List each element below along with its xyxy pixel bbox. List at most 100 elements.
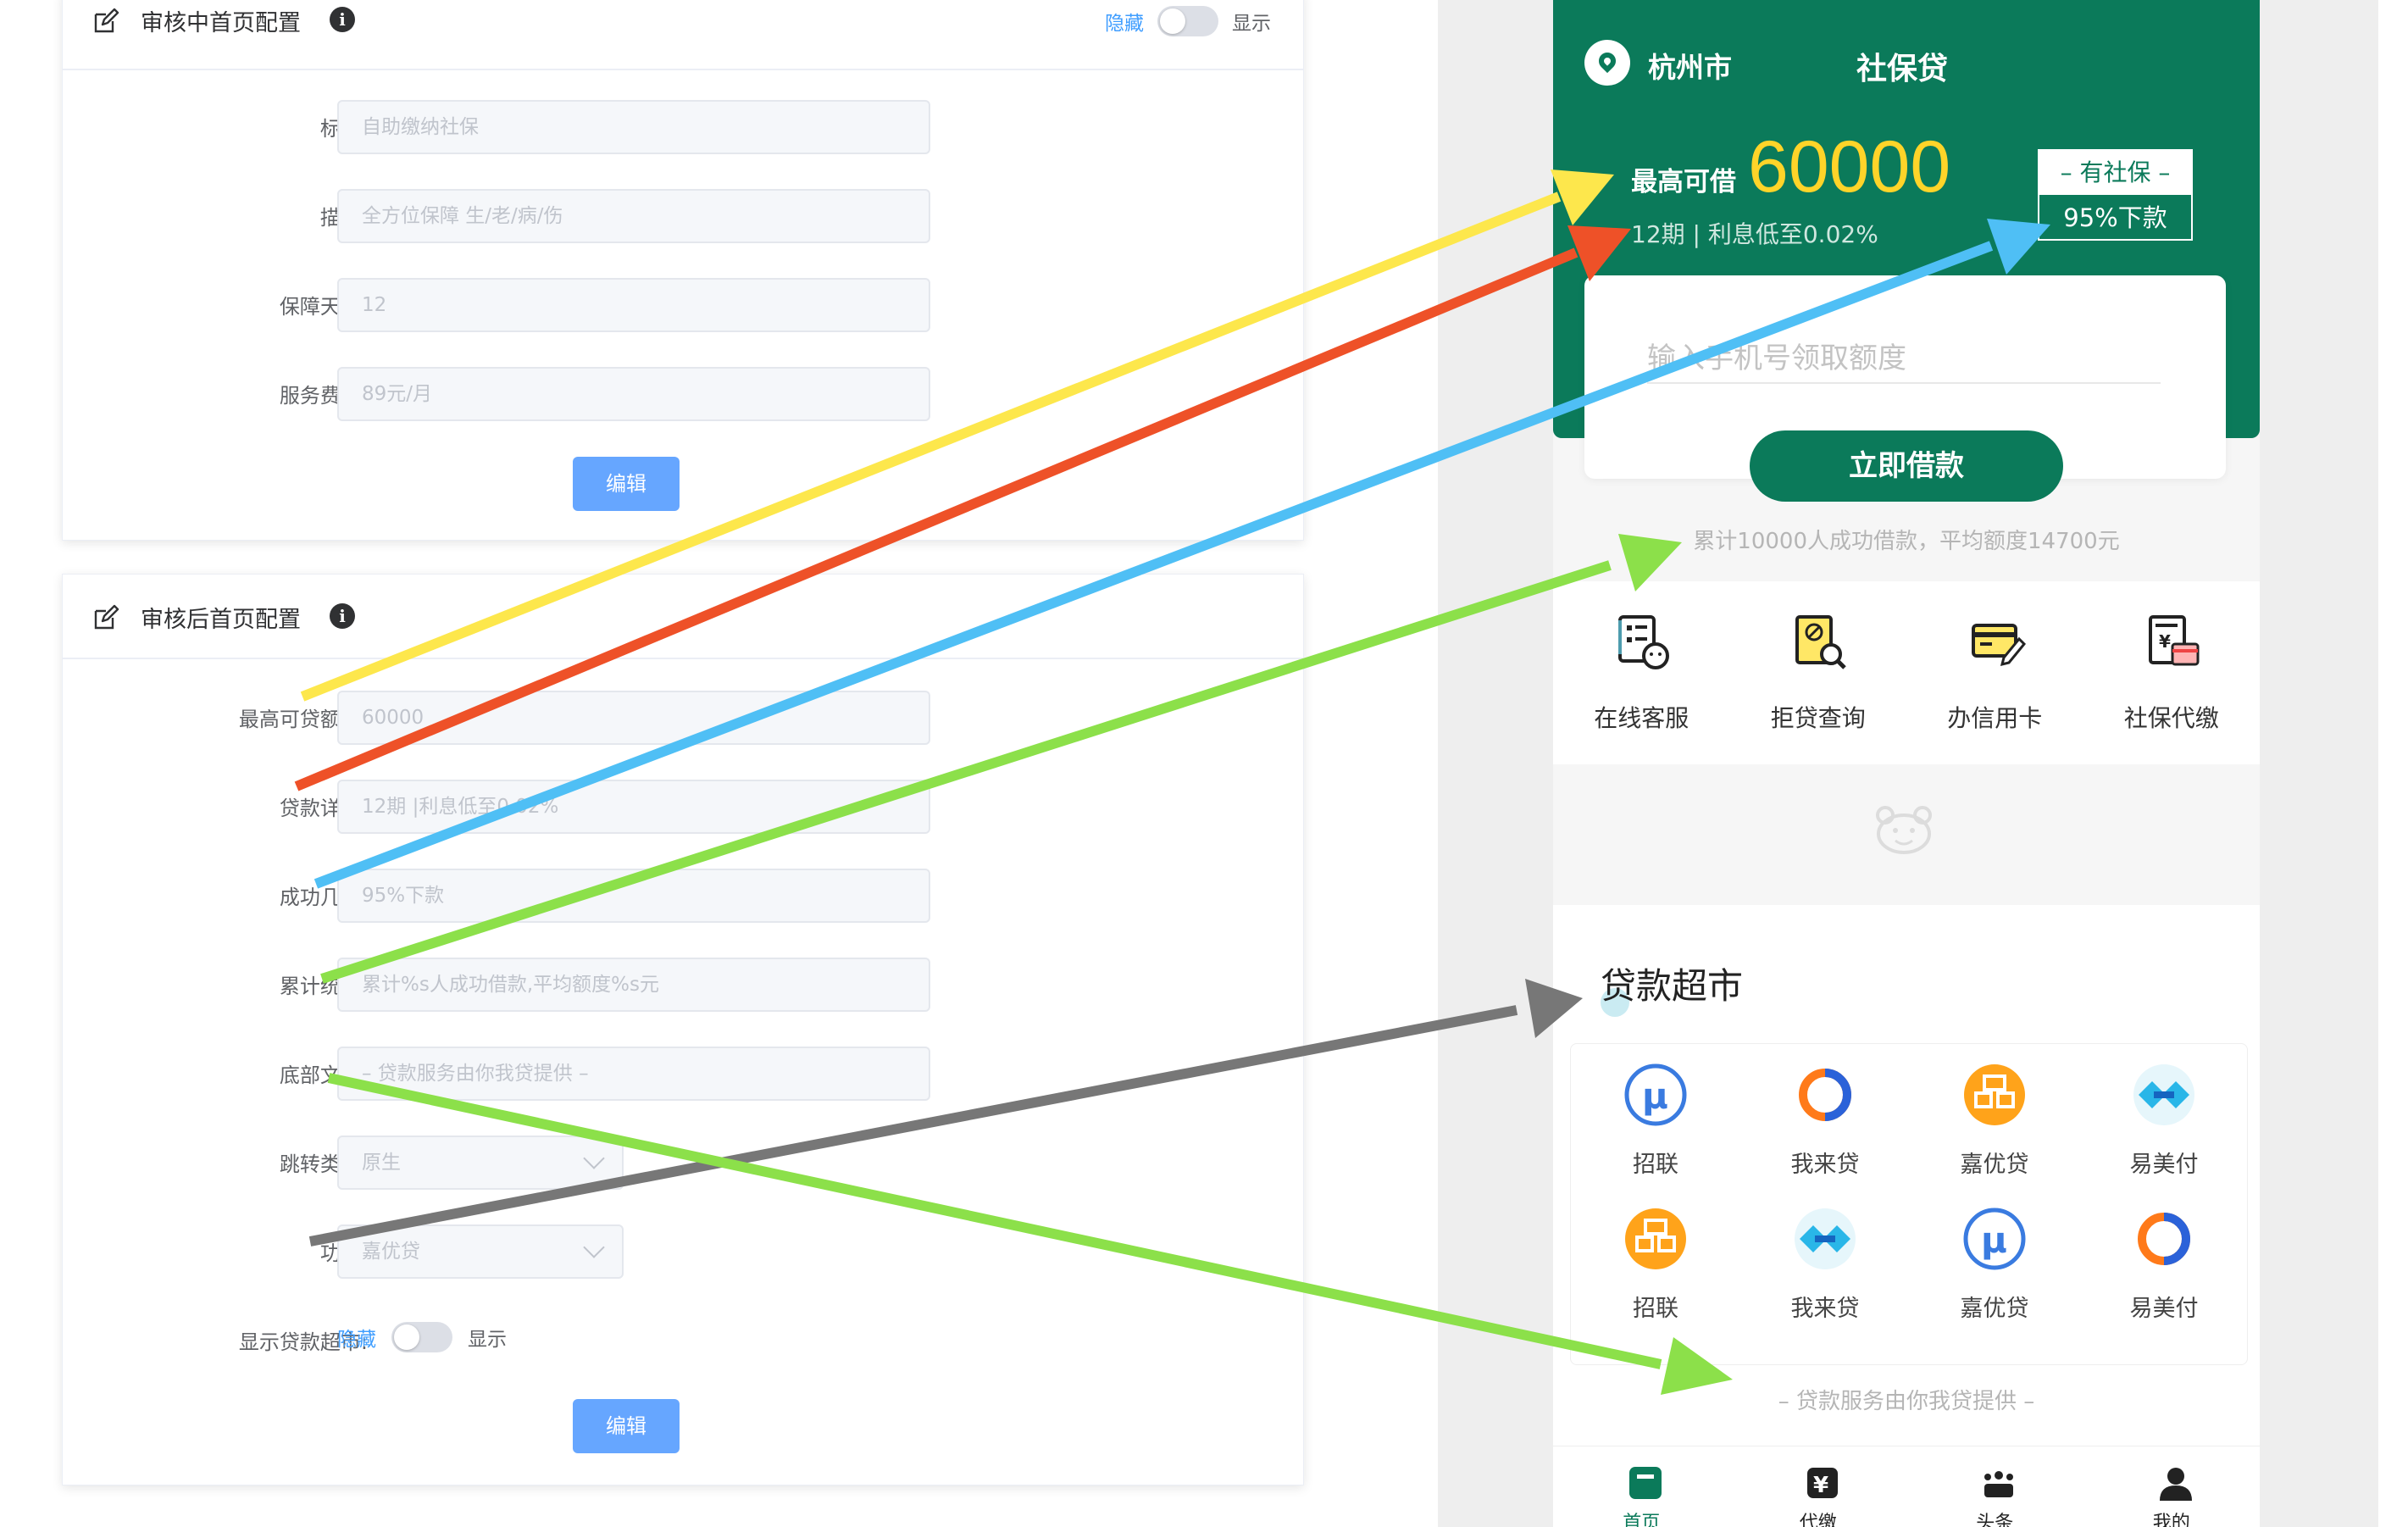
- bottom-tab-bar: 首页 ¥ 代缴 头条 我的: [1553, 1446, 2260, 1527]
- edit-button[interactable]: 编辑: [573, 1399, 680, 1453]
- show-market-switch[interactable]: 隐藏 显示: [337, 1322, 507, 1352]
- market-item[interactable]: μ 嘉优贷: [1910, 1188, 2079, 1332]
- service-fee-input[interactable]: 89元/月: [337, 367, 930, 421]
- placeholder-logo-icon: [1876, 806, 1932, 854]
- ring-logo-icon: [2138, 1213, 2190, 1265]
- market-item[interactable]: μ 招联: [1571, 1044, 1740, 1188]
- customer-service-icon: [1618, 615, 1669, 669]
- market-item-label: 我来贷: [1790, 1296, 1860, 1322]
- tab-label: 我的: [2152, 1513, 2190, 1527]
- u-logo-icon: μ: [1963, 1208, 2026, 1270]
- loan-detail-input[interactable]: 12期 |利息低至0.02%: [337, 780, 930, 834]
- after-review-config-panel: 审核后首页配置 i 最高可贷额度: 60000 贷款详情: 12期 |利息低至0…: [62, 574, 1304, 1485]
- max-loan-input[interactable]: 60000: [337, 691, 930, 745]
- service-label: 拒贷查询: [1770, 704, 1866, 732]
- after-review-config-title: 审核后首页配置: [141, 607, 301, 633]
- info-icon[interactable]: i: [330, 603, 355, 629]
- tab-headlines[interactable]: 头条: [1906, 1446, 2083, 1527]
- switch-off-label: 隐藏: [1105, 13, 1144, 35]
- phone-number-input[interactable]: 输入手机号领取额度: [1647, 335, 2161, 384]
- borrow-now-button[interactable]: 立即借款: [1750, 430, 2063, 502]
- success-rate-input[interactable]: 95%下款: [337, 869, 930, 923]
- orange-box-logo-icon: [1964, 1064, 2025, 1125]
- function-select[interactable]: 嘉优贷: [337, 1224, 624, 1279]
- headlines-icon: [1984, 1471, 2013, 1497]
- form-row-cumulative-stats: 累计统计: 累计%s人成功借款,平均额度%s元: [63, 958, 1303, 1012]
- title-input[interactable]: 自助缴纳社保: [337, 100, 930, 154]
- tab-home[interactable]: 首页: [1553, 1446, 1730, 1527]
- service-label: 办信用卡: [1947, 704, 2043, 732]
- review-config-header: 审核中首页配置 i 隐藏 显示: [63, 0, 1303, 70]
- success-rate-badge: – 有社保 – 95%下款: [2038, 149, 2193, 241]
- phone-preview: 杭州市 社保贷 最高可借 60000 12期 | 利息低至0.02% – 有社保…: [1553, 0, 2260, 1527]
- review-config-title: 审核中首页配置: [141, 10, 301, 36]
- social-security-payment-icon: ¥: [2148, 615, 2199, 666]
- market-item[interactable]: 嘉优贷: [1910, 1044, 2079, 1188]
- market-item-label: 招联: [1633, 1296, 1678, 1322]
- loan-market-title: 贷款超市: [1601, 965, 1744, 1007]
- market-item-label: 嘉优贷: [1960, 1152, 2029, 1178]
- switch-on-label: 显示: [1232, 13, 1271, 35]
- chevron-down-icon: [583, 1236, 605, 1258]
- service-item[interactable]: 拒贷查询: [1730, 581, 1907, 764]
- payment-icon: ¥: [1806, 1468, 1838, 1498]
- form-row-description: 描述: 全方位保障 生/老/病/伤: [63, 189, 1303, 243]
- tab-mine[interactable]: 我的: [2083, 1446, 2261, 1527]
- svg-text:¥: ¥: [1813, 1473, 1828, 1498]
- edit-icon[interactable]: [92, 604, 119, 631]
- coverage-days-input[interactable]: 12: [337, 278, 930, 332]
- footer-text-input[interactable]: – 贷款服务由你我贷提供 –: [337, 1047, 930, 1101]
- loan-market-grid: μ 招联 我来贷 嘉优贷 易美付 招联 我来贷 μ 嘉优贷 易美付: [1570, 1043, 2248, 1365]
- form-row-jump-type: 跳转类型: 原生: [63, 1136, 1303, 1190]
- edit-icon[interactable]: [92, 8, 119, 35]
- rejected-loan-query-icon: [1795, 615, 1846, 669]
- orange-box-logo-icon: [1625, 1208, 1686, 1269]
- select-value: 嘉优贷: [362, 1241, 420, 1263]
- market-item-label: 易美付: [2129, 1296, 2199, 1322]
- market-item[interactable]: 易美付: [2079, 1044, 2249, 1188]
- max-loan-amount: 60000: [1748, 126, 1951, 208]
- description-input[interactable]: 全方位保障 生/老/病/伤: [337, 189, 930, 243]
- service-item[interactable]: ¥ 社保代缴: [2083, 581, 2261, 764]
- app-title: 社保贷: [1856, 52, 1949, 86]
- market-item[interactable]: 易美付: [2079, 1188, 2249, 1332]
- tab-payment[interactable]: ¥ 代缴: [1730, 1446, 1907, 1527]
- market-item-label: 嘉优贷: [1960, 1296, 2029, 1322]
- review-visibility-switch[interactable]: 隐藏 显示: [1105, 6, 1271, 36]
- info-icon[interactable]: i: [330, 7, 355, 32]
- location-pin-icon: [1584, 40, 1630, 86]
- form-row-success-rate: 成功几率: 95%下款: [63, 869, 1303, 923]
- market-item[interactable]: 招联: [1571, 1188, 1740, 1332]
- svg-text:μ: μ: [1981, 1219, 2007, 1261]
- city-selector[interactable]: 杭州市: [1648, 45, 1732, 86]
- review-config-panel: 审核中首页配置 i 隐藏 显示 标题: 自助缴纳社保 描述: 全方位保障 生/老…: [62, 0, 1304, 541]
- market-item-label: 易美付: [2129, 1152, 2199, 1178]
- toggle-switch[interactable]: [391, 1322, 452, 1352]
- select-value: 原生: [362, 1152, 401, 1174]
- diamond-logo-icon: [2133, 1064, 2194, 1125]
- market-item[interactable]: 我来贷: [1740, 1044, 1910, 1188]
- cumulative-stats: 累计10000人成功借款，平均额度14700元: [1693, 529, 2120, 554]
- market-item-label: 我来贷: [1790, 1152, 1860, 1178]
- form-row-loan-detail: 贷款详情: 12期 |利息低至0.02%: [63, 780, 1303, 834]
- service-label: 在线客服: [1594, 704, 1689, 732]
- service-item[interactable]: 在线客服: [1553, 581, 1730, 764]
- u-logo-icon: μ: [1624, 1063, 1687, 1126]
- footer-note: – 贷款服务由你我贷提供 –: [1778, 1389, 2035, 1414]
- form-row-service-fee: 服务费用: 89元/月: [63, 367, 1303, 421]
- form-row-footer-text: 底部文案: – 贷款服务由你我贷提供 –: [63, 1047, 1303, 1101]
- switch-on-label: 显示: [468, 1329, 507, 1351]
- home-icon: [1629, 1467, 1662, 1499]
- badge-bottom: 95%下款: [2063, 203, 2167, 232]
- tab-label: 头条: [1976, 1513, 2014, 1527]
- after-review-config-header: 审核后首页配置 i: [63, 575, 1303, 659]
- toggle-switch[interactable]: [1157, 6, 1218, 36]
- tab-label: 代缴: [1799, 1513, 1837, 1527]
- tab-label: 首页: [1623, 1513, 1661, 1527]
- jump-type-select[interactable]: 原生: [337, 1136, 624, 1190]
- service-grid: 在线客服 拒贷查询 办信用卡 ¥ 社保代缴: [1553, 581, 2260, 764]
- cumulative-stats-input[interactable]: 累计%s人成功借款,平均额度%s元: [337, 958, 930, 1012]
- market-item[interactable]: 我来贷: [1740, 1188, 1910, 1332]
- edit-button[interactable]: 编辑: [573, 457, 680, 511]
- service-item[interactable]: 办信用卡: [1906, 581, 2083, 764]
